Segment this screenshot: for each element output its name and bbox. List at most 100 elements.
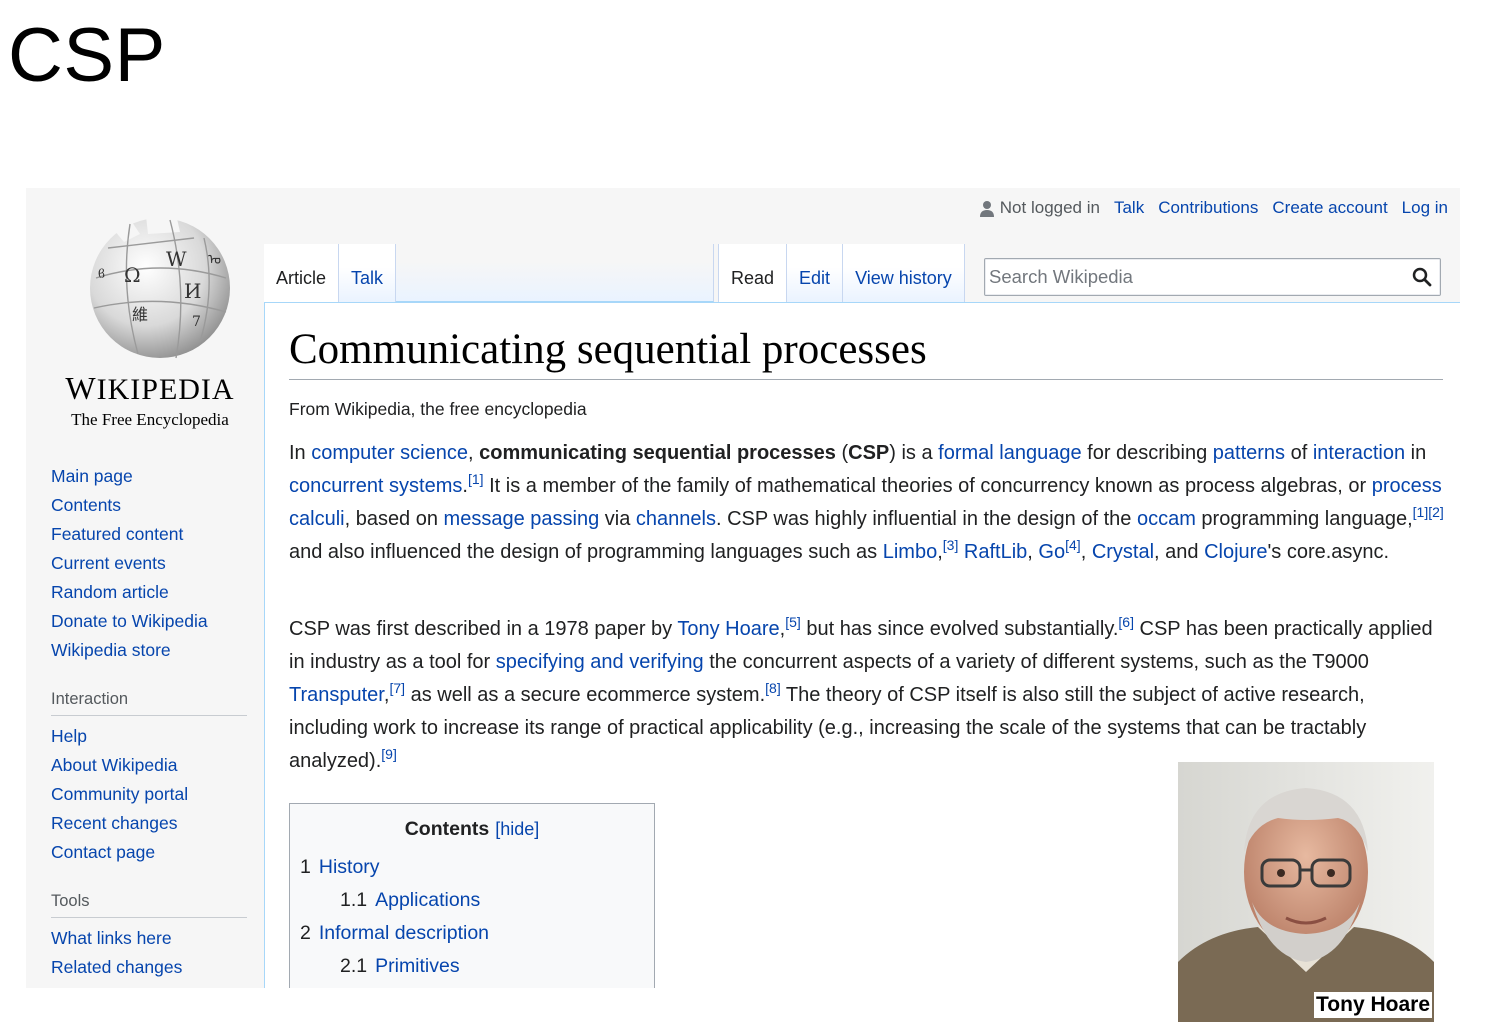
article-link[interactable]: Tony Hoare [677, 618, 779, 640]
tab-view-history[interactable]: View history [843, 244, 965, 302]
citation-link[interactable]: [5] [785, 614, 801, 630]
citation: [6] [1118, 614, 1134, 630]
sidebar-item-help[interactable]: Help [51, 722, 251, 751]
create-account-link[interactable]: Create account [1272, 198, 1387, 218]
sidebar-item-community-portal[interactable]: Community portal [51, 780, 251, 809]
citation-link[interactable]: [6] [1118, 614, 1134, 630]
toc-item[interactable]: 2 Informal description [300, 917, 644, 950]
toc-item[interactable]: 1.1 Applications [300, 884, 644, 917]
sidebar-item-featured-content[interactable]: Featured content [51, 520, 251, 549]
article-link[interactable]: Limbo [883, 541, 937, 563]
not-logged-in: Not logged in [979, 198, 1100, 218]
sidebar-link[interactable]: Contents [51, 495, 121, 515]
article-link[interactable]: specifying and verifying [496, 651, 704, 673]
tab-article[interactable]: Article [264, 244, 340, 302]
text-run: ) is a [889, 442, 939, 464]
sidebar-item-contact-page[interactable]: Contact page [51, 838, 251, 867]
article-link[interactable]: Go [1038, 541, 1065, 563]
citation-link[interactable]: [3] [943, 537, 959, 553]
text-run: , [468, 442, 480, 464]
svg-text:ϐ: ϐ [98, 267, 105, 281]
bold-text: CSP [848, 442, 890, 464]
text-run: In [289, 442, 312, 464]
citation-link[interactable]: [4] [1065, 537, 1081, 553]
sidebar-item-recent-changes[interactable]: Recent changes [51, 809, 251, 838]
text-run: . CSP was highly influential in the desi… [715, 508, 1137, 530]
article-link[interactable]: message passing [444, 508, 600, 530]
sidebar-link[interactable]: Community portal [51, 784, 188, 804]
citation: [1] [1413, 504, 1429, 520]
text-run: via [599, 508, 636, 530]
sidebar-link[interactable]: What links here [51, 928, 172, 948]
toc-link[interactable]: Primitives [375, 955, 460, 977]
article-link[interactable]: channels [636, 508, 716, 530]
citation: [8] [765, 680, 781, 696]
article-link[interactable]: RaftLib [964, 541, 1027, 563]
sidebar-link[interactable]: Wikipedia store [51, 640, 171, 660]
toc-hide-toggle[interactable]: [hide] [495, 819, 539, 839]
citation-link[interactable]: [2] [1428, 504, 1444, 520]
sidebar-link[interactable]: Featured content [51, 524, 183, 544]
sidebar-item-donate[interactable]: Donate to Wikipedia [51, 607, 251, 636]
article-link[interactable]: Crystal [1092, 541, 1154, 563]
toc-link[interactable]: Informal description [319, 922, 489, 944]
sidebar-link[interactable]: Main page [51, 466, 133, 486]
search-input[interactable] [989, 262, 1399, 292]
sidebar-item-what-links-here[interactable]: What links here [51, 924, 251, 953]
svg-text:И: И [184, 279, 201, 303]
sidebar-link[interactable]: Related changes [51, 957, 182, 977]
wikipedia-wordmark: WIKIPEDIA [65, 370, 235, 406]
sidebar-item-store[interactable]: Wikipedia store [51, 636, 251, 665]
sidebar-item-current-events[interactable]: Current events [51, 549, 251, 578]
article-link[interactable]: computer science [311, 442, 468, 464]
toc-link[interactable]: History [319, 856, 380, 878]
toc-heading: Contents [404, 818, 490, 840]
sidebar-item-about[interactable]: About Wikipedia [51, 751, 251, 780]
toc-number: 1 [300, 856, 311, 878]
article-link[interactable]: patterns [1213, 442, 1285, 464]
toc-link[interactable]: Applications [375, 889, 480, 911]
sidebar-item-main-page[interactable]: Main page [51, 462, 251, 491]
article-link[interactable]: Transputer [289, 684, 384, 706]
citation-link[interactable]: [9] [381, 746, 397, 762]
article-link[interactable]: concurrent systems [289, 475, 462, 497]
sidebar-link[interactable]: Help [51, 726, 87, 746]
text-run: the concurrent aspects of a variety of d… [703, 651, 1369, 673]
text-run: , [1027, 541, 1039, 563]
search-icon[interactable] [1412, 267, 1432, 287]
citation: [3] [943, 537, 959, 553]
log-in-link[interactable]: Log in [1402, 198, 1448, 218]
citation: [1] [468, 471, 484, 487]
sidebar-link[interactable]: Current events [51, 553, 166, 573]
citation-link[interactable]: [1] [1413, 504, 1429, 520]
article-link[interactable]: formal language [938, 442, 1081, 464]
citation-link[interactable]: [8] [765, 680, 781, 696]
svg-text:W: W [166, 247, 187, 271]
sidebar-link[interactable]: About Wikipedia [51, 755, 177, 775]
wikipedia-logo[interactable]: Ω W И 維 7 ϐ ᠣ WIKIPEDIA The Free Encyclo… [44, 208, 244, 429]
article-link[interactable]: Clojure [1204, 541, 1267, 563]
sidebar-item-related-changes[interactable]: Related changes [51, 953, 251, 982]
citation-link[interactable]: [1] [468, 471, 484, 487]
citation: [9] [381, 746, 397, 762]
toc-item[interactable]: 2.1 Primitives [300, 950, 644, 983]
citation-link[interactable]: [7] [389, 680, 405, 696]
article-link[interactable]: interaction [1313, 442, 1405, 464]
contributions-link[interactable]: Contributions [1158, 198, 1258, 218]
article-link[interactable]: occam [1137, 508, 1196, 530]
tab-edit[interactable]: Edit [787, 244, 844, 302]
toc-item[interactable]: 1 History [300, 851, 644, 884]
talk-link[interactable]: Talk [1114, 198, 1144, 218]
intro-paragraph: In computer science, communicating seque… [289, 437, 1449, 569]
tab-talk[interactable]: Talk [339, 244, 397, 302]
sidebar-link[interactable]: Random article [51, 582, 169, 602]
sidebar-item-contents[interactable]: Contents [51, 491, 251, 520]
text-run: It is a member of the family of mathemat… [483, 475, 1372, 497]
sidebar-link[interactable]: Donate to Wikipedia [51, 611, 208, 631]
sidebar-item-random-article[interactable]: Random article [51, 578, 251, 607]
tab-read[interactable]: Read [718, 244, 788, 302]
photo-caption: Tony Hoare [1314, 992, 1432, 1018]
sidebar-link[interactable]: Recent changes [51, 813, 177, 833]
view-tabs: Read Edit View history [718, 244, 965, 302]
sidebar-link[interactable]: Contact page [51, 842, 155, 862]
